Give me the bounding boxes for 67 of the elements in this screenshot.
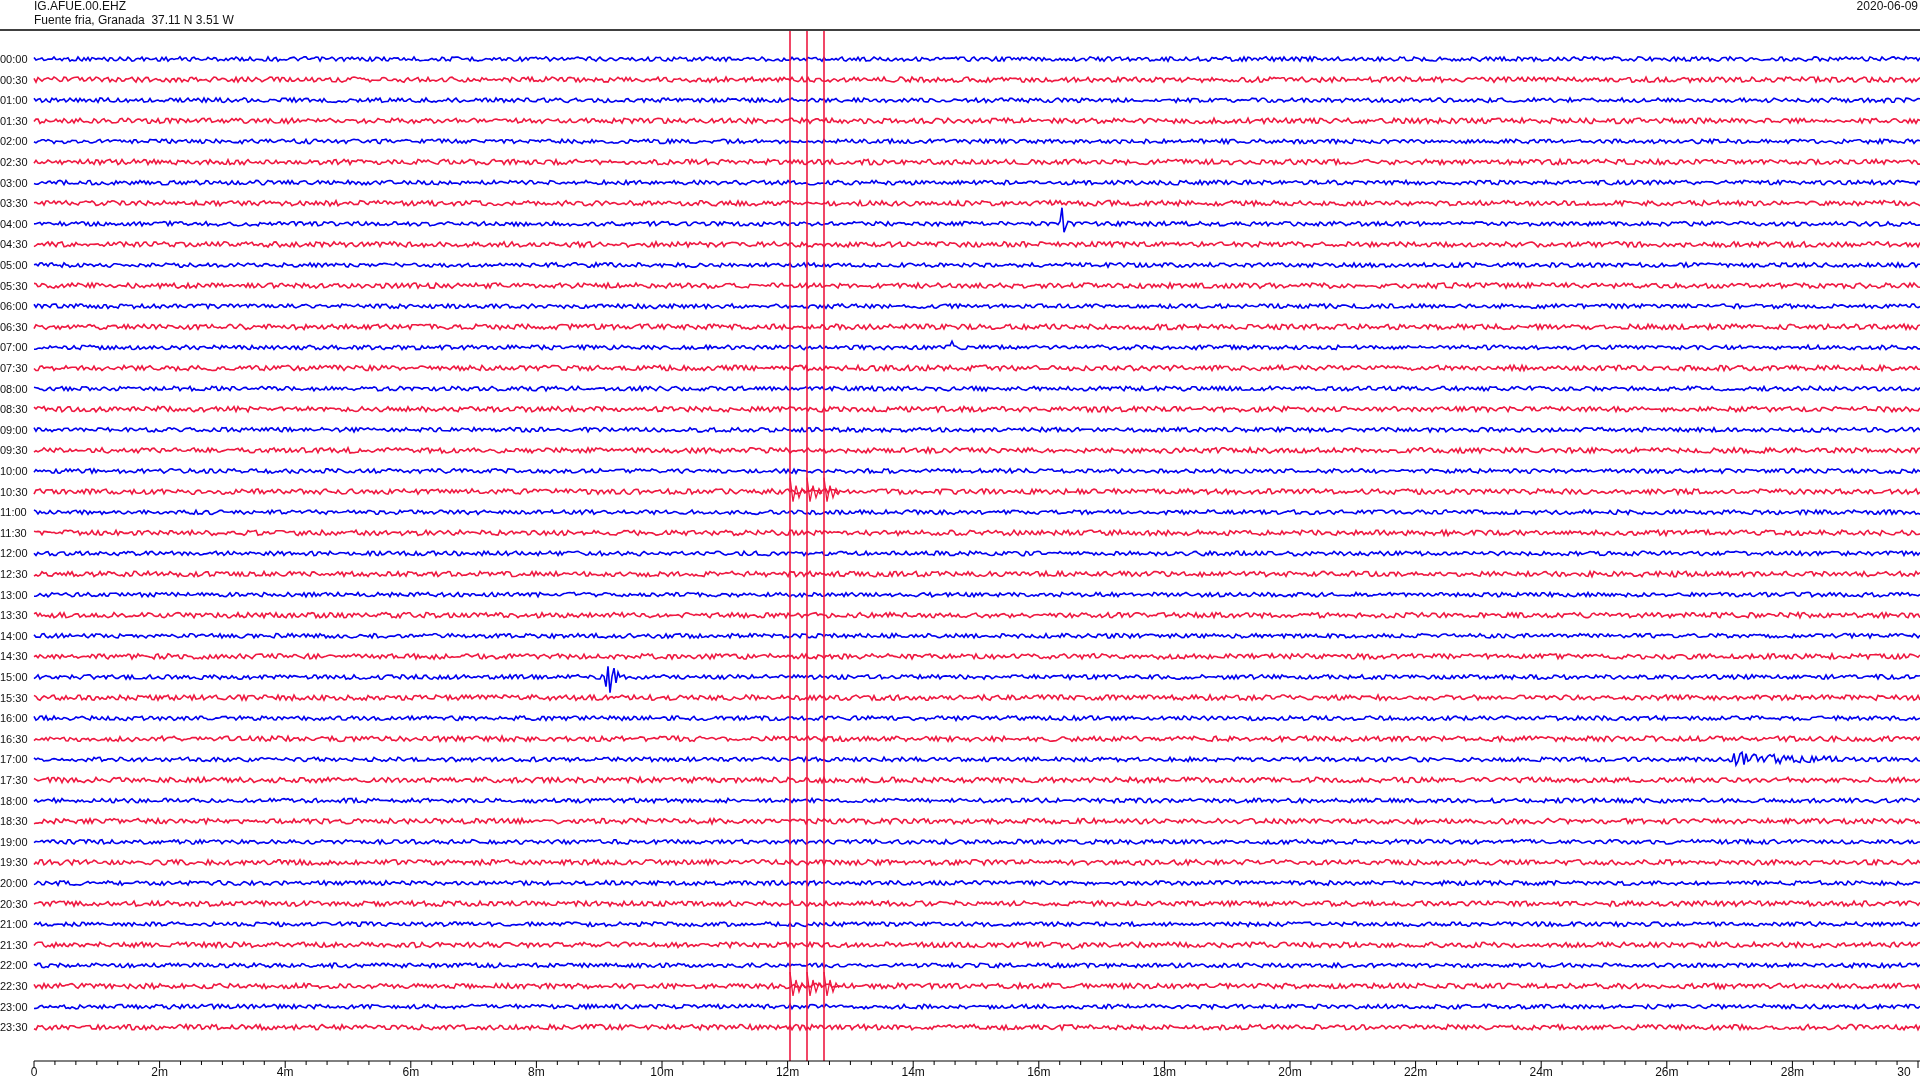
trace-time-label: 17:30 xyxy=(0,774,28,786)
station-location: Fuente fria, Granada 37.11 N 3.51 W xyxy=(34,13,234,27)
axis-tick-label: 14m xyxy=(901,1065,925,1079)
trace-time-label: 22:00 xyxy=(0,959,28,972)
trace-time-label: 04:00 xyxy=(0,217,28,230)
trace-time-label: 12:00 xyxy=(0,547,28,560)
trace-time-label: 07:00 xyxy=(0,341,28,354)
trace-time-label: 10:30 xyxy=(0,485,28,498)
trace-time-label: 01:30 xyxy=(0,114,28,127)
axis-tick-label: 6m xyxy=(402,1065,420,1079)
trace-time-label: 23:00 xyxy=(0,1000,28,1013)
axis-tick-label: 0 xyxy=(30,1065,38,1079)
axis-tick-label: 20m xyxy=(1278,1065,1302,1079)
axis-tick-label: 22m xyxy=(1403,1065,1428,1079)
trace-time-label: 00:30 xyxy=(0,73,28,86)
trace-time-label: 16:00 xyxy=(0,712,28,725)
trace-time-label: 11:00 xyxy=(0,506,27,519)
axis-tick-label: 16m xyxy=(1027,1065,1051,1079)
trace-time-label: 14:00 xyxy=(0,629,28,642)
axis-tick-label: 2m xyxy=(151,1065,168,1079)
trace-time-label: 13:30 xyxy=(0,609,28,622)
trace-time-label: 08:30 xyxy=(0,403,28,416)
trace-time-label: 04:30 xyxy=(0,238,28,251)
axis-tick-label: 18m xyxy=(1152,1065,1177,1079)
trace-time-label: 07:30 xyxy=(0,362,28,374)
trace-time-label: 11:30 xyxy=(0,526,27,539)
trace-time-label: 05:30 xyxy=(0,279,28,292)
station-code: IG.AFUE.00.EHZ xyxy=(34,0,127,13)
trace-time-label: 15:00 xyxy=(0,671,28,683)
trace-time-label: 05:00 xyxy=(0,259,28,271)
axis-tick-label: 12m xyxy=(775,1065,800,1079)
trace-time-label: 06:00 xyxy=(0,300,28,313)
trace-time-label: 18:00 xyxy=(0,794,28,807)
trace-time-label: 12:30 xyxy=(0,568,28,580)
trace-time-label: 18:30 xyxy=(0,815,28,828)
axis-tick-label: 10m xyxy=(650,1065,674,1079)
trace-time-label: 06:30 xyxy=(0,320,28,333)
trace-time-label: 23:30 xyxy=(0,1021,28,1034)
trace-time-label: 20:00 xyxy=(0,877,28,889)
trace-time-label: 15:30 xyxy=(0,691,28,704)
trace-time-label: 02:30 xyxy=(0,156,28,168)
trace-time-label: 00:00 xyxy=(0,53,28,65)
trace-time-label: 09:30 xyxy=(0,444,28,457)
trace-time-label: 03:00 xyxy=(0,176,28,189)
axis-tick-label: 8m xyxy=(528,1065,545,1079)
trace-time-label: 16:30 xyxy=(0,732,28,745)
trace-time-label: 19:00 xyxy=(0,835,28,848)
trace-time-label: 08:00 xyxy=(0,382,28,395)
trace-time-label: 13:00 xyxy=(0,588,28,601)
trace-time-label: 20:30 xyxy=(0,897,28,910)
trace-time-label: 01:00 xyxy=(0,94,28,107)
axis-tick-label: 28m xyxy=(1780,1065,1805,1079)
trace-time-label: 03:30 xyxy=(0,197,28,210)
trace-time-label: 02:00 xyxy=(0,135,28,148)
trace-time-label: 09:00 xyxy=(0,423,28,436)
trace-time-label: 17:00 xyxy=(0,753,28,766)
axis-tick-label: 30 xyxy=(1897,1065,1911,1079)
trace-time-label: 22:30 xyxy=(0,980,28,992)
trace-time-label: 21:30 xyxy=(0,938,28,951)
axis-tick-label: 24m xyxy=(1529,1065,1553,1079)
trace-time-label: 19:30 xyxy=(0,856,28,869)
axis-tick-label: 26m xyxy=(1655,1065,1679,1079)
trace-time-label: 10:00 xyxy=(0,465,28,477)
axis-tick-label: 4m xyxy=(276,1065,294,1079)
trace-time-label: 14:30 xyxy=(0,650,28,663)
plot-date: 2020-06-09 xyxy=(1856,0,1918,13)
trace-time-label: 21:00 xyxy=(0,918,28,931)
